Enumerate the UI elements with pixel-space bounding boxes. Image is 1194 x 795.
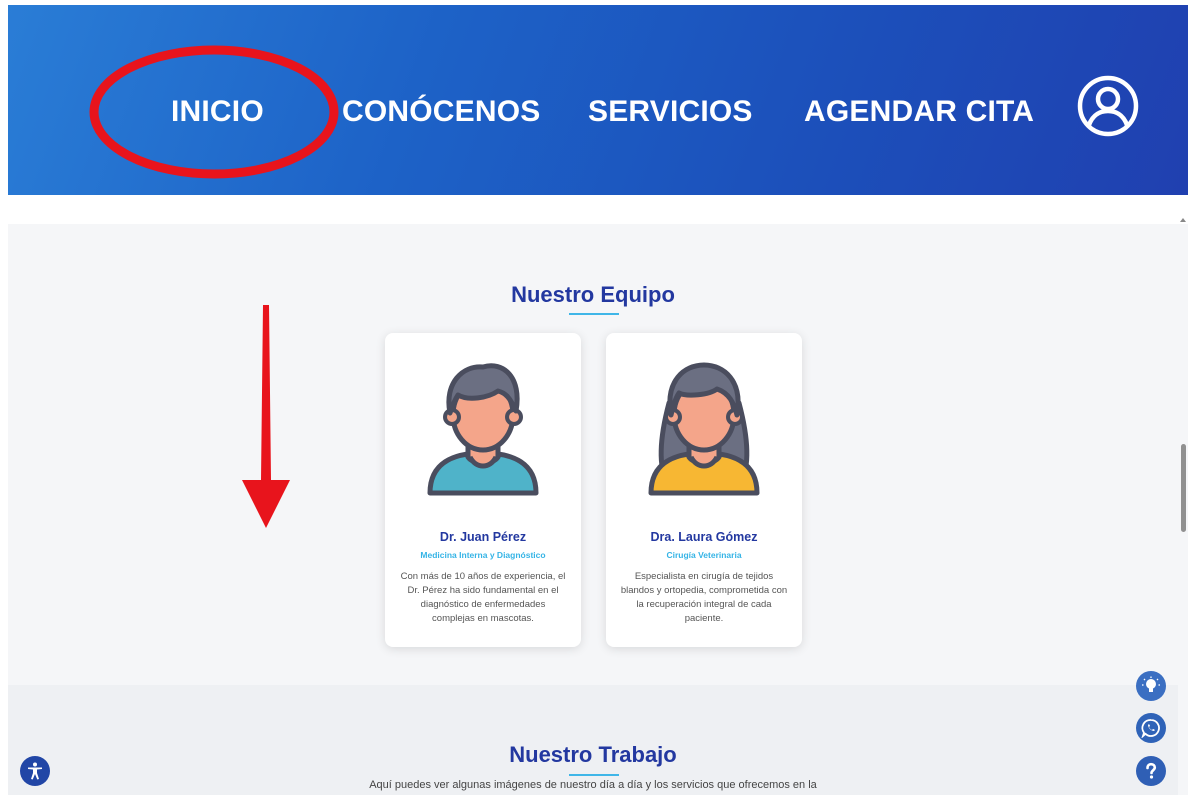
team-member-role: Medicina Interna y Diagnóstico <box>420 550 546 560</box>
help-icon <box>1146 762 1157 779</box>
nav-link-servicios[interactable]: SERVICIOS <box>588 95 753 129</box>
accessibility-button[interactable] <box>20 756 50 786</box>
scroll-up-arrow-icon[interactable] <box>1180 218 1186 222</box>
team-card: Dra. Laura Gómez Cirugía Veterinaria Esp… <box>606 333 802 647</box>
team-member-name: Dra. Laura Gómez <box>650 530 758 544</box>
title-underline <box>569 774 619 776</box>
section-title-equipo: Nuestro Equipo <box>511 282 675 307</box>
lightbulb-icon <box>1142 676 1160 692</box>
title-underline <box>569 313 619 315</box>
section-description: Aquí puedes ver algunas imágenes de nues… <box>369 779 817 791</box>
team-member-name: Dr. Juan Pérez <box>439 530 527 544</box>
help-button[interactable] <box>1136 756 1166 786</box>
scrollbar-thumb[interactable] <box>1181 444 1186 532</box>
lightbulb-button[interactable] <box>1136 671 1166 701</box>
nav-link-agendar-cita[interactable]: AGENDAR CITA <box>804 95 1034 129</box>
team-member-description: Especialista en cirugía de tejidos bland… <box>620 571 788 624</box>
top-navbar: INICIO CONÓCENOS SERVICIOS AGENDAR CITA <box>8 5 1188 195</box>
female-doctor-avatar <box>648 362 760 496</box>
nav-link-inicio[interactable]: INICIO <box>171 95 264 129</box>
nav-link-conocenos[interactable]: CONÓCENOS <box>342 95 541 129</box>
section-title-trabajo: Nuestro Trabajo <box>509 742 677 767</box>
accessibility-icon <box>28 762 42 780</box>
user-circle-icon[interactable] <box>1076 74 1140 138</box>
whatsapp-icon <box>1141 719 1160 738</box>
whatsapp-button[interactable] <box>1136 713 1166 743</box>
team-member-role: Cirugía Veterinaria <box>666 550 742 560</box>
team-card: Dr. Juan Pérez Medicina Interna y Diagnó… <box>385 333 581 647</box>
main-content: Nuestro Equipo Dr. Juan Pérez Medicina I… <box>8 224 1188 795</box>
team-member-description: Con más de 10 años de experiencia, el Dr… <box>400 571 566 624</box>
male-doctor-avatar <box>427 363 539 496</box>
